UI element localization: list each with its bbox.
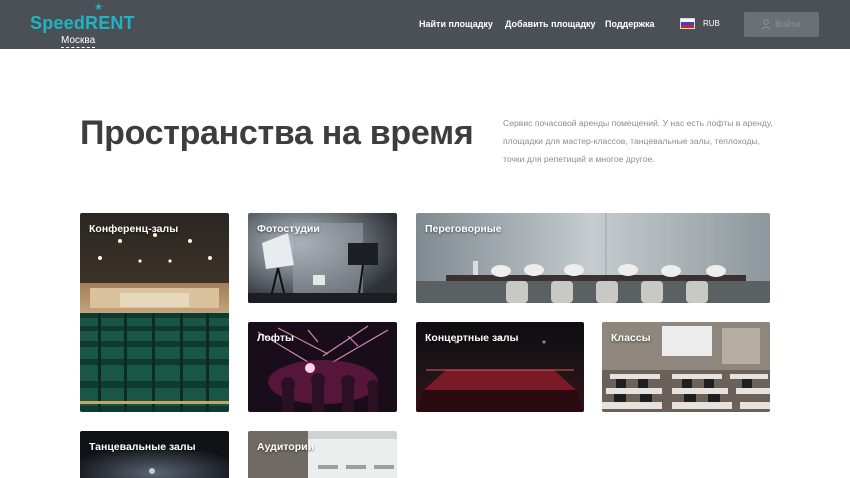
city-selector[interactable]: Москва (61, 35, 96, 48)
tile-label-meeting-rooms: Переговорные (425, 223, 502, 235)
logo-text: SpeedRENT (30, 13, 135, 33)
tile-label-lofts: Лофты (257, 332, 294, 344)
currency-selector[interactable]: RUB (703, 18, 720, 30)
russia-flag-icon[interactable] (680, 18, 695, 29)
tile-label-photo-studios: Фотостудии (257, 223, 320, 235)
login-label: Войти (775, 19, 801, 29)
tile-label-dance-halls: Танцевальные залы (89, 441, 196, 453)
nav-support-link[interactable]: Поддержка (605, 18, 655, 30)
hero-description: Сервис почасовой аренды помещений. У нас… (503, 118, 773, 164)
login-button[interactable]: Войти (744, 12, 819, 37)
star-icon: ★ (94, 2, 103, 13)
category-tile-classes[interactable]: Классы (602, 322, 770, 412)
category-tile-meeting-rooms[interactable]: Переговорные (416, 213, 770, 303)
tile-label-classes: Классы (611, 332, 651, 344)
category-tile-conference-halls[interactable]: Конференц-залы (80, 213, 229, 412)
category-tile-photo-studios[interactable]: Фотостудии (248, 213, 397, 303)
speedrent-logo[interactable]: ★ SpeedRENT Москва (30, 2, 135, 48)
tile-label-auditoriums: Аудитории (257, 441, 315, 453)
tile-label-conference-halls: Конференц-залы (89, 223, 179, 235)
conference-hall-image (80, 213, 229, 412)
category-tile-auditoriums[interactable]: Аудитории (248, 431, 397, 478)
category-tile-concert-halls[interactable]: Концертные залы (416, 322, 584, 412)
tile-label-concert-halls: Концертные залы (425, 332, 519, 344)
user-icon (761, 19, 771, 30)
dance-hall-image (80, 431, 229, 478)
category-tile-dance-halls[interactable]: Танцевальные залы (80, 431, 229, 478)
auditorium-image (248, 431, 397, 478)
page-title: Пространства на время (80, 114, 474, 152)
top-navbar: ★ SpeedRENT Москва Найти площадку Добави… (0, 0, 850, 49)
nav-add-venue-link[interactable]: Добавить площадку (505, 18, 596, 30)
category-tile-lofts[interactable]: Лофты (248, 322, 397, 412)
nav-find-venue-link[interactable]: Найти площадку (419, 18, 493, 30)
